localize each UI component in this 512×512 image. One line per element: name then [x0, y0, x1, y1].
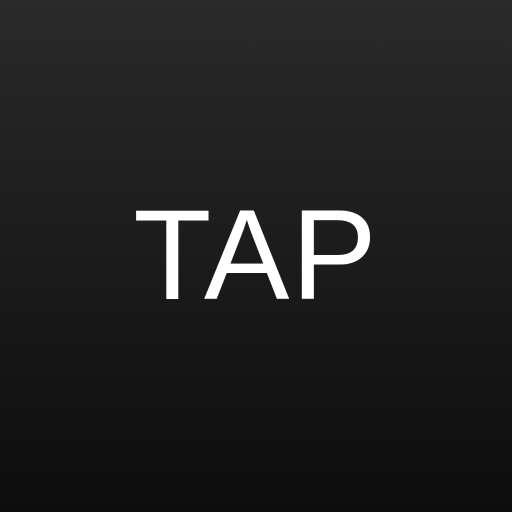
tap-area[interactable]: TAP [0, 0, 512, 512]
tap-label: TAP [133, 184, 379, 327]
